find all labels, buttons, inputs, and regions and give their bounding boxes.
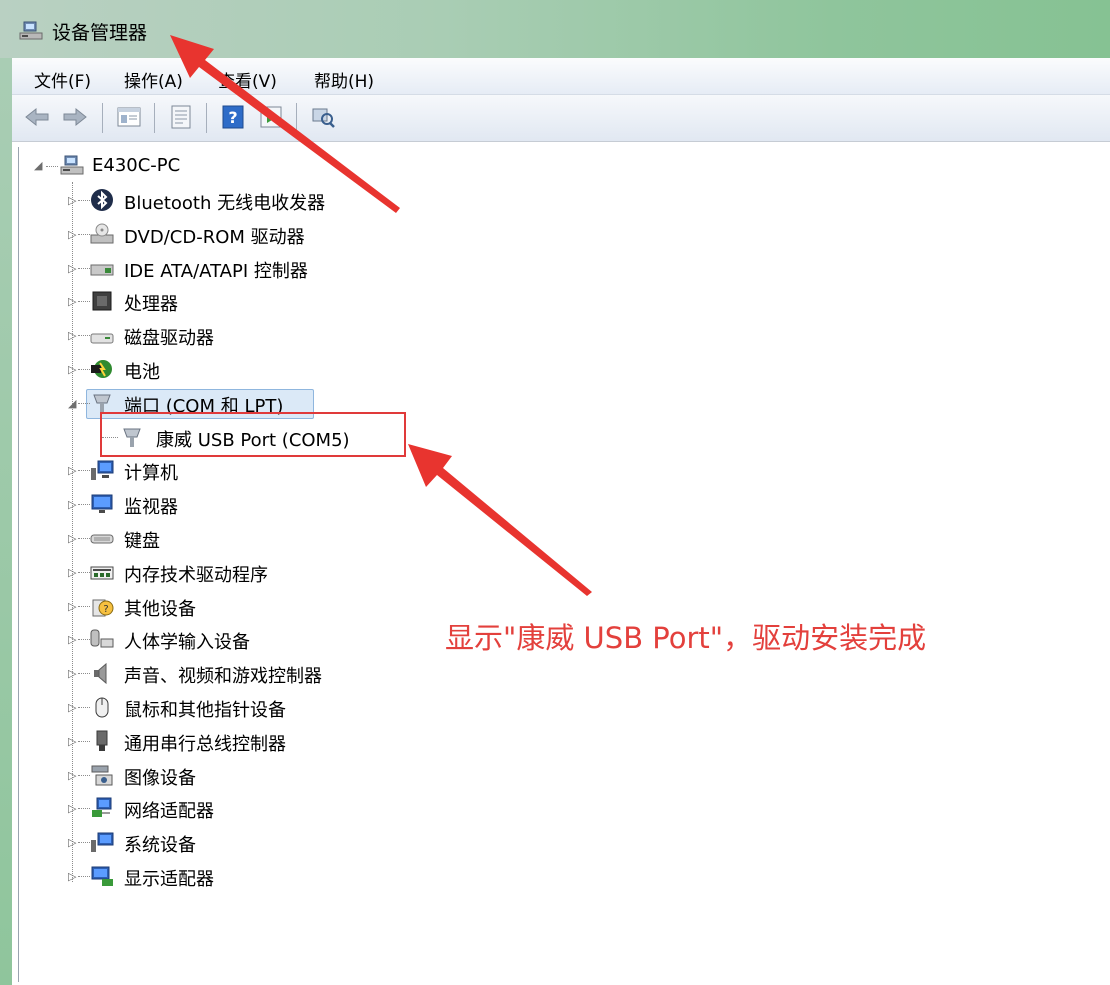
- arrow-to-title: [170, 35, 400, 213]
- arrow-to-port: [408, 444, 592, 596]
- annotation-arrows: [170, 35, 592, 596]
